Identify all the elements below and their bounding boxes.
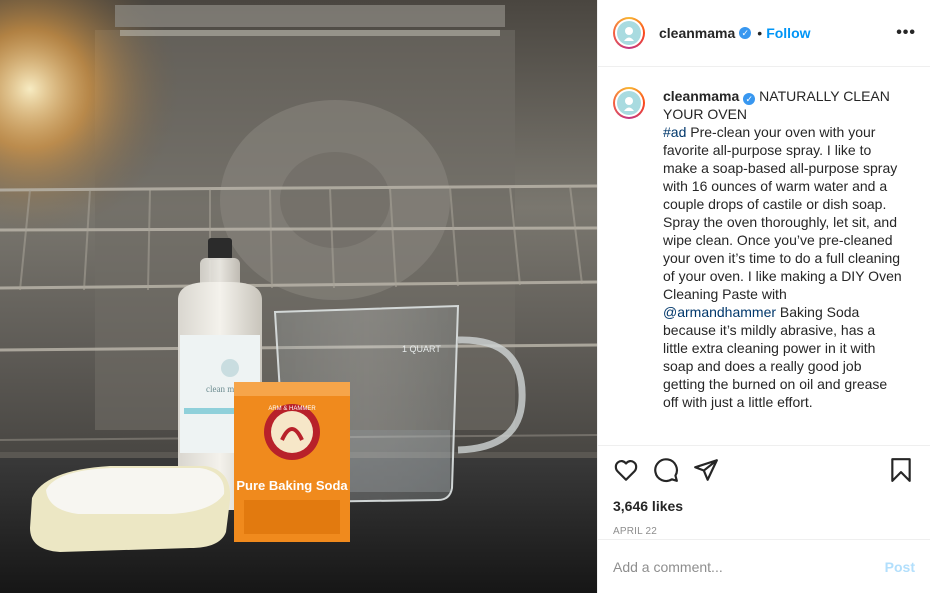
post-comment-button[interactable]: Post [885, 559, 915, 575]
verified-icon: ✓ [739, 27, 752, 39]
follow-button[interactable]: Follow [766, 25, 810, 41]
oven-photo-illustration: clean mama 1 QUART Pure Baking Soda ARM … [0, 0, 597, 593]
post-photo[interactable]: clean mama 1 QUART Pure Baking Soda ARM … [0, 0, 597, 593]
baking-soda-box-illustration: Pure Baking Soda ARM & HAMMER [234, 382, 350, 542]
comment-form: Post [598, 539, 930, 593]
caption-body-part1: Pre-clean your oven with your favorite a… [663, 124, 902, 302]
post-caption: cleanmama ✓ NATURALLY CLEAN YOUR OVEN #ad… [663, 87, 903, 411]
post-date[interactable]: APRIL 22 [613, 526, 914, 537]
box-title-text: Pure Baking Soda [236, 478, 348, 493]
comment-input[interactable] [613, 558, 885, 575]
more-icon[interactable]: ••• [896, 24, 916, 42]
sponge-illustration [30, 466, 231, 552]
bookmark-icon[interactable] [888, 457, 914, 483]
post-actions: 3,646 likes APRIL 22 [598, 445, 930, 539]
share-icon[interactable] [693, 457, 719, 483]
caption-mention-link[interactable]: @armandhammer [663, 304, 776, 320]
cup-label-text: 1 QUART [402, 344, 441, 354]
caption-avatar[interactable] [613, 87, 645, 119]
post-side-panel: cleanmama ✓ • Follow ••• cleanmama ✓ NATU… [597, 0, 930, 593]
separator-dot: • [757, 25, 763, 41]
comment-icon[interactable] [653, 457, 679, 483]
action-icons [613, 456, 914, 484]
avatar[interactable] [613, 17, 645, 49]
verified-icon: ✓ [743, 93, 756, 105]
avatar-face-icon [617, 21, 641, 45]
box-brand-text: ARM & HAMMER [268, 406, 316, 412]
caption-row: cleanmama ✓ NATURALLY CLEAN YOUR OVEN #ad… [613, 87, 912, 411]
caption-username[interactable]: cleanmama [663, 88, 739, 104]
likes-count[interactable]: 3,646 likes [613, 498, 914, 514]
header-username[interactable]: cleanmama [659, 25, 735, 41]
heart-icon[interactable] [613, 457, 639, 483]
avatar-face-icon [617, 91, 641, 115]
comments-area[interactable]: cleanmama ✓ NATURALLY CLEAN YOUR OVEN #ad… [598, 67, 930, 445]
caption-hashtag-link[interactable]: #ad [663, 124, 686, 140]
post-header: cleanmama ✓ • Follow ••• [598, 0, 930, 67]
